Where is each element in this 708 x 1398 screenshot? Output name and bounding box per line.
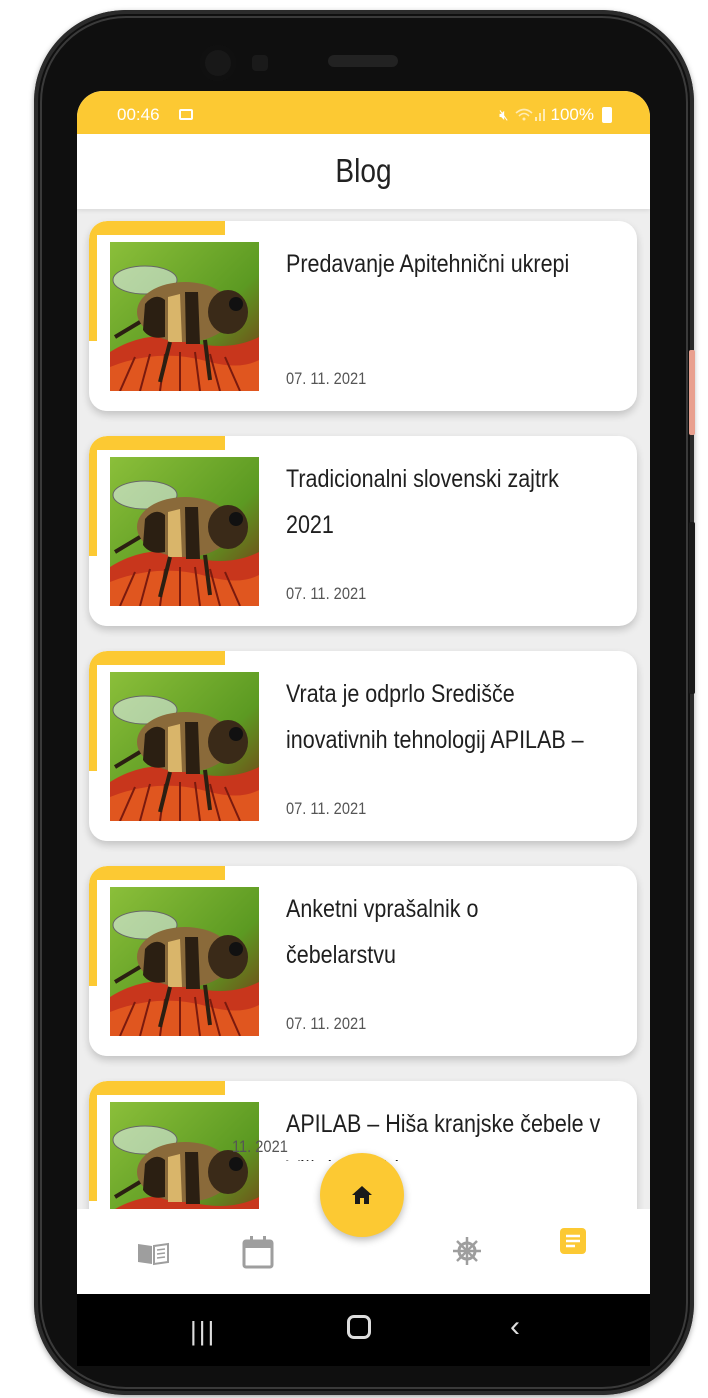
bee-thumbnail [110, 887, 259, 1036]
earpiece-speaker [328, 55, 398, 67]
bee-thumbnail [110, 457, 259, 606]
post-date: 07. 11. 2021 [286, 799, 367, 818]
front-camera [200, 45, 236, 81]
app-header: Blog [77, 134, 650, 209]
post-title: Predavanje Apitehnični ukrepi [286, 250, 570, 278]
status-bar: 00:46 🔇︎ 100% [77, 91, 650, 134]
recent-apps-icon[interactable]: ||| [190, 1316, 216, 1347]
sensor [252, 55, 268, 71]
page-title: Blog [335, 152, 392, 189]
post-date: 07. 11. 2021 [286, 584, 367, 603]
battery-icon [602, 107, 612, 123]
back-icon[interactable]: ‹ [510, 1310, 520, 1344]
home-button[interactable] [320, 1153, 404, 1237]
battery-percent: 100% [550, 105, 594, 124]
ship-wheel-icon[interactable] [452, 1236, 482, 1270]
post-title: Tradicionalni slovenski zajtrk 2021 [286, 465, 559, 539]
volume-button [689, 350, 695, 435]
status-time: 00:46 [117, 105, 160, 124]
bee-thumbnail [110, 672, 259, 821]
app-screen: 00:46 🔇︎ 100% Blog Predavanje Apitehničn… [77, 91, 650, 1294]
blog-post-card[interactable]: Vrata je odprlo Središče inovativnih teh… [89, 651, 637, 841]
calendar-icon[interactable] [242, 1235, 274, 1273]
blog-post-card[interactable]: Tradicionalni slovenski zajtrk 2021 07. … [89, 436, 637, 626]
article-icon[interactable] [559, 1227, 587, 1259]
post-date: 07. 11. 2021 [286, 1014, 367, 1033]
power-button [689, 522, 695, 694]
post-date: 11. 2021 [232, 1137, 288, 1156]
status-icons: 🔇︎ 100% [499, 105, 612, 125]
post-title: Anketni vprašalnik o čebelarstvu [286, 895, 479, 969]
image-notification-icon [179, 109, 193, 120]
blog-post-card[interactable]: Predavanje Apitehnični ukrepi 07. 11. 20… [89, 221, 637, 411]
post-date: 07. 11. 2021 [286, 369, 367, 388]
post-title: Vrata je odprlo Središče inovativnih teh… [286, 680, 584, 754]
blog-post-card[interactable]: Anketni vprašalnik o čebelarstvu 07. 11.… [89, 866, 637, 1056]
mute-icon: 🔇︎ [499, 106, 509, 124]
bee-thumbnail [110, 242, 259, 391]
system-home-icon[interactable] [347, 1315, 371, 1339]
home-icon [352, 1186, 372, 1204]
book-icon[interactable] [136, 1240, 170, 1270]
wifi-signal-icon [514, 107, 545, 124]
